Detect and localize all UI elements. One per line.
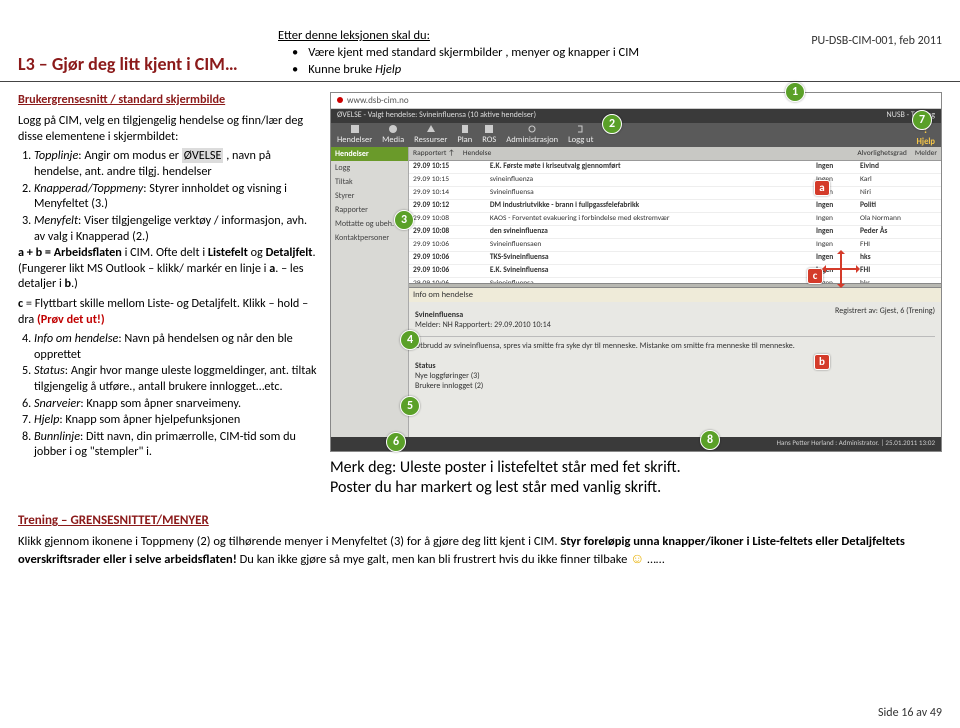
page-number: Side 16 av 49	[878, 706, 942, 720]
doc-id: PU-DSB-CIM-001, feb 2011	[811, 34, 942, 48]
note-text: Merk deg: Uleste poster i listefeltet st…	[330, 458, 942, 500]
point-ab: a + b = Arbeidsflaten i CIM. Ofte delt i…	[18, 245, 318, 292]
status-item: Nye loggføringer (3)	[415, 371, 935, 381]
menu-media[interactable]: Media	[380, 124, 406, 145]
callout-a: a	[814, 180, 830, 196]
objective-2: Kunne bruke Hjelp	[278, 62, 639, 79]
sidebar-item[interactable]: Logg	[331, 161, 408, 175]
left-column: Brukergrensesnitt / standard skjermbilde…	[18, 92, 318, 500]
objectives: Etter denne leksjonen skal du: Være kjen…	[278, 28, 639, 79]
intro: Logg på CIM, velg en tilgjengelig hendel…	[18, 113, 318, 144]
sidebar: Hendelser Logg Tiltak Styrer Rapporter M…	[331, 147, 409, 452]
lesson-title: L3 – Gjør deg litt kjent i CIM…	[18, 53, 278, 79]
detail-body: Utbrudd av svineinfluensa, spres via smi…	[415, 336, 935, 351]
callout-4: 4	[400, 330, 420, 350]
point-5: Status: Angir hvor mange uleste loggmeld…	[34, 363, 318, 394]
menu-admin[interactable]: Administrasjon	[504, 124, 560, 145]
detail-meta: Melder: NH Rapportert: 29.09.2010 10:14	[415, 320, 935, 330]
table-row[interactable]: 29.09 10:12DM industriutvikke - brann i …	[409, 199, 941, 212]
menu-hendelser[interactable]: Hendelser	[335, 124, 374, 145]
callout-b: b	[814, 354, 830, 370]
list-toolbar: Rapportert ↑ Hendelse Alvorlighetsgrad M…	[409, 147, 941, 161]
status-item: Brukere innlogget (2)	[415, 381, 935, 391]
table-row[interactable]: 29.09 10:14SvineinfluensaIngenNiri	[409, 186, 941, 199]
menu-ressurser[interactable]: Ressurser	[412, 124, 449, 145]
menu-plan[interactable]: Plan	[455, 124, 474, 145]
detail-title: Svineinfluensa	[415, 310, 463, 320]
detail-pane: Info om hendelse Svineinfluensa Registre…	[409, 288, 941, 452]
status-head: Status	[415, 361, 935, 371]
point-6: Snarveier: Knapp som åpner snarveimeny.	[34, 396, 318, 412]
sidebar-item[interactable]: Styrer	[331, 189, 408, 203]
url-bar: www.dsb-cim.no	[331, 93, 941, 109]
url-text: www.dsb-cim.no	[347, 95, 409, 106]
table-row[interactable]: 29.09 10:08den svineinfluenzaIngenPeder …	[409, 225, 941, 238]
menu-bar[interactable]: Hendelser Media Ressurser Plan ROS Admin…	[331, 123, 941, 147]
callout-3: 3	[394, 210, 414, 230]
point-4: Info om hendelse: Navn på hendelsen og n…	[34, 331, 318, 362]
training-body: Klikk gjennom ikonene i Toppmeny (2) og …	[18, 534, 942, 569]
arrow-horizontal-icon	[824, 268, 858, 270]
detail-head: Info om hendelse	[409, 288, 941, 302]
point-1: Topplinje: Angir om modus er ØVELSE , na…	[34, 148, 318, 179]
point-c: c = Flyttbart skille mellom Liste- og De…	[18, 296, 318, 327]
menu-ros[interactable]: ROS	[480, 124, 498, 145]
table-row[interactable]: 29.09 10:15svineinfluenzaIngenKarl	[409, 173, 941, 186]
point-3: Menyfelt: Viser tilgjengelige verktøy / …	[34, 213, 318, 244]
point-8: Bunnlinje: Ditt navn, din primærrolle, C…	[34, 429, 318, 460]
point-2: Knapperad/Toppmeny: Styrer innholdet og …	[34, 181, 318, 212]
favicon-icon	[337, 97, 343, 103]
right-column: www.dsb-cim.no ØVELSE - Valgt hendelse: …	[330, 92, 942, 500]
callout-2: 2	[602, 114, 622, 134]
callout-1: 1	[785, 82, 805, 102]
sidebar-item[interactable]: Kontaktpersoner	[331, 231, 408, 245]
smile-icon: ☺	[630, 550, 644, 567]
callout-8: 8	[700, 430, 720, 450]
objective-1: Være kjent med standard skjermbilder , m…	[278, 45, 639, 62]
detail-registered: Registrert av: Gjest, 6 (Trening)	[835, 306, 935, 320]
callout-7: 7	[912, 110, 932, 130]
top-bar: ØVELSE - Valgt hendelse: Svineinfluensa …	[331, 109, 941, 123]
sidebar-head: Hendelser	[331, 147, 408, 161]
table-row[interactable]: 29.09 10:08KAOS - Forventet evakuering i…	[409, 212, 941, 225]
callout-5: 5	[400, 396, 420, 416]
point-7: Hjelp: Knapp som åpner hjelpefunksjonen	[34, 412, 318, 428]
objectives-head: Etter denne leksjonen skal du:	[278, 28, 639, 45]
app-footer: Hans Petter Herland : Administrator. | 2…	[331, 437, 941, 451]
sidebar-item[interactable]: Tiltak	[331, 175, 408, 189]
table-row[interactable]: 29.09 10:06SvineinfluensaenIngenFHI	[409, 238, 941, 251]
table-row[interactable]: 29.09 10:15E.K. Første møte i kriseutval…	[409, 161, 941, 174]
table-row[interactable]: 29.09 10:06TKS-SvineinfluensaIngenhks	[409, 251, 941, 264]
app-screenshot: www.dsb-cim.no ØVELSE - Valgt hendelse: …	[330, 92, 942, 452]
training-head: Trening – GRENSESNITTET/MENYER	[18, 513, 960, 528]
menu-loggut[interactable]: Logg ut	[566, 124, 595, 145]
callout-6: 6	[386, 432, 406, 452]
subhead: Brukergrensesnitt / standard skjermbilde	[18, 92, 318, 108]
